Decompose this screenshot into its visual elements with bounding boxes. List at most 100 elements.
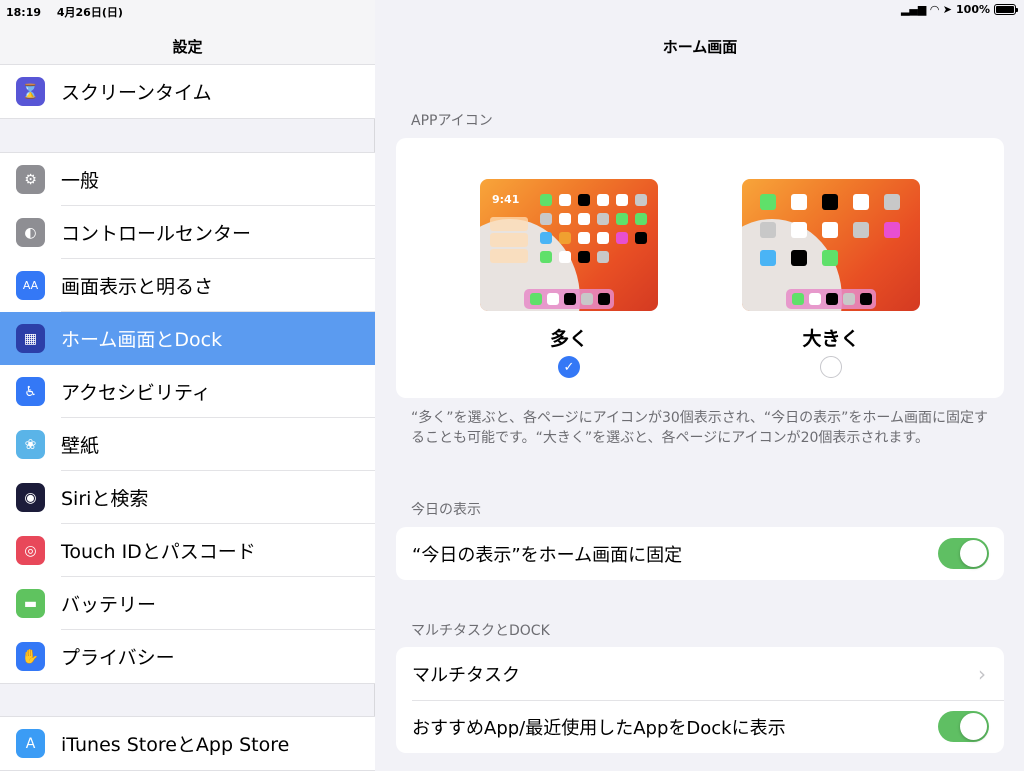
dock-placeholder: [524, 289, 614, 309]
toggles-icon: ◐: [16, 218, 45, 247]
sidebar-item[interactable]: ❀ 壁紙: [0, 418, 375, 471]
sidebar-item[interactable]: ▦ ホーム画面とDock: [0, 312, 375, 365]
sidebar-item[interactable]: ◐ コントロールセンター: [0, 206, 375, 259]
sidebar-item-label: コントロールセンター: [61, 223, 252, 245]
pin-today-view-toggle[interactable]: [938, 538, 989, 569]
app-store-icon: A: [16, 729, 45, 758]
sidebar-item-label: 画面表示と明るさ: [61, 276, 214, 298]
sidebar-item[interactable]: ▬ バッテリー: [0, 577, 375, 630]
app-icon-placeholder: [578, 251, 590, 263]
multitask-row[interactable]: マルチタスク ›: [396, 647, 1004, 700]
sidebar-item-label: 壁紙: [61, 435, 100, 457]
sidebar-item-label: 一般: [61, 170, 100, 192]
app-icon-placeholder: [822, 250, 838, 266]
app-icon-placeholder: [559, 213, 571, 225]
app-icon-placeholder: [822, 222, 838, 238]
sidebar-item[interactable]: ⚙ 一般: [0, 153, 375, 206]
app-icon-placeholder: [540, 194, 552, 206]
battery-icon: [994, 4, 1018, 15]
location-icon: ➤: [942, 3, 953, 16]
sidebar-item[interactable]: ◉ Siriと検索: [0, 471, 375, 524]
app-icon-placeholder: [791, 222, 807, 238]
option-more-radio-checked[interactable]: ✓: [558, 356, 580, 378]
section-header-multitask: マルチタスクとDOCK: [411, 623, 550, 639]
multitask-label: マルチタスク: [412, 664, 520, 686]
today-card: “今日の表示”をホーム画面に固定: [396, 527, 1004, 580]
app-icon-placeholder: [597, 251, 609, 263]
app-icon-placeholder: [853, 194, 869, 210]
app-icon-footer: “多く”を選ぶと、各ページにアイコンが30個表示され、“今日の表示”をホーム画面…: [411, 410, 989, 446]
dock-suggestions-label: おすすめApp/最近使用したAppをDockに表示: [412, 717, 786, 739]
siri-icon: ◉: [16, 483, 45, 512]
chevron-right-icon: ›: [978, 661, 986, 686]
sidebar-item[interactable]: ♿ アクセシビリティ: [0, 365, 375, 418]
sidebar-item[interactable]: AA 画面表示と明るさ: [0, 259, 375, 312]
widget-placeholder: [490, 233, 528, 247]
battery-icon: ▬: [16, 589, 45, 618]
dock-suggestions-toggle[interactable]: [938, 711, 989, 742]
app-icon-placeholder: [822, 194, 838, 210]
app-icon-placeholder: [791, 194, 807, 210]
app-icon-placeholder: [597, 232, 609, 244]
app-icon-placeholder: [635, 232, 647, 244]
app-icon-placeholder: [559, 232, 571, 244]
home-grid-icon: ▦: [16, 324, 45, 353]
sidebar-group-general: ⚙ 一般 ◐ コントロールセンター AA 画面表示と明るさ ▦ ホーム画面とDock ♿ アクセシ…: [0, 152, 375, 684]
settings-sidebar: 設定 ⌛ スクリーンタイム ⚙ 一般 ◐ コントロールセンター AA 画面表示と明るさ ▦ ホー…: [0, 0, 375, 771]
status-date: 4月26日(日): [56, 6, 123, 19]
preview-more-icons[interactable]: 9:41: [480, 179, 658, 311]
status-time: 18:19: [6, 6, 42, 19]
option-large-label[interactable]: 大きく: [781, 324, 881, 351]
fingerprint-icon: ◎: [16, 536, 45, 565]
pin-today-view-row: “今日の表示”をホーム画面に固定: [396, 527, 1004, 580]
option-large-radio[interactable]: [820, 356, 842, 378]
app-icon-placeholder: [616, 194, 628, 206]
sidebar-item-label: アクセシビリティ: [61, 382, 211, 404]
sidebar-group-store: AiTunes StoreとApp Store: [0, 716, 375, 771]
status-bar: 18:19 4月26日(日) ▂▄▆ ◠ ➤ 100%: [0, 0, 1024, 20]
app-icon-placeholder: [559, 251, 571, 263]
sidebar-item[interactable]: AiTunes StoreとApp Store: [0, 717, 375, 770]
multitask-card: マルチタスク › おすすめApp/最近使用したAppをDockに表示: [396, 647, 1004, 753]
sidebar-item-label: バッテリー: [61, 594, 157, 616]
accessibility-icon: ♿: [16, 377, 45, 406]
preview-time: 9:41: [492, 193, 520, 206]
sidebar-item[interactable]: ✋ プライバシー: [0, 630, 375, 683]
app-icon-placeholder: [853, 222, 869, 238]
sidebar-item[interactable]: ◎ Touch IDとパスコード: [0, 524, 375, 577]
option-more-label[interactable]: 多く: [519, 324, 619, 351]
app-icon-placeholder: [578, 232, 590, 244]
app-icon-placeholder: [760, 222, 776, 238]
preview-large-icons[interactable]: [742, 179, 920, 311]
hourglass-icon: ⌛: [16, 77, 45, 106]
sidebar-item[interactable]: ⌛ スクリーンタイム: [0, 65, 375, 118]
sidebar-title: 設定: [172, 38, 203, 56]
text-size-icon: AA: [16, 271, 45, 300]
app-icon-placeholder: [760, 194, 776, 210]
widget-placeholder: [490, 217, 528, 231]
app-icon-placeholder: [578, 194, 590, 206]
sidebar-item-label: Siriと検索: [61, 488, 149, 510]
app-icon-size-card: 9:41 多く 大きく ✓: [396, 138, 1004, 398]
checkmark-icon: ✓: [563, 359, 575, 375]
sidebar-group-screen-time: ⌛ スクリーンタイム: [0, 64, 375, 119]
app-icon-placeholder: [635, 213, 647, 225]
flower-icon: ❀: [16, 430, 45, 459]
widget-placeholder: [490, 249, 528, 263]
app-icon-placeholder: [597, 213, 609, 225]
app-icon-placeholder: [540, 251, 552, 263]
hand-icon: ✋: [16, 642, 45, 671]
sidebar-item-label: スクリーンタイム: [61, 82, 212, 104]
sidebar-item-label: Touch IDとパスコード: [61, 541, 256, 563]
app-icon-placeholder: [635, 194, 647, 206]
battery-percent: 100%: [956, 3, 990, 16]
dock-suggestions-row: おすすめApp/最近使用したAppをDockに表示: [396, 700, 1004, 753]
app-icon-placeholder: [578, 213, 590, 225]
page-title: ホーム画面: [662, 38, 738, 56]
section-header-app-icons: APPアイコン: [411, 113, 493, 129]
app-icon-placeholder: [597, 194, 609, 206]
dock-placeholder: [786, 289, 876, 309]
wifi-icon: ◠: [930, 3, 939, 16]
app-icon-placeholder: [559, 194, 571, 206]
app-icon-placeholder: [616, 213, 628, 225]
